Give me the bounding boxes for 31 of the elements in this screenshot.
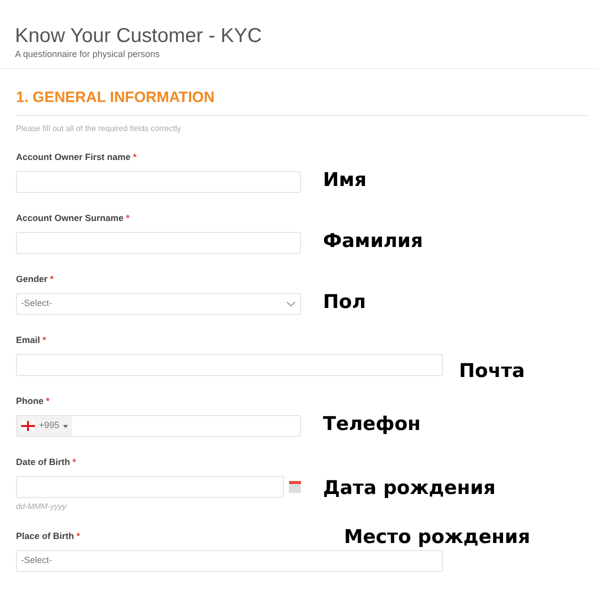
date-format-hint: dd-MMM-yyyy bbox=[16, 501, 68, 513]
page-title: Know Your Customer - KYC bbox=[15, 24, 263, 48]
annotation-text: Телефон bbox=[323, 412, 421, 437]
annotation-text: Пол bbox=[323, 290, 366, 315]
field-label: Date of Birth * bbox=[16, 456, 76, 469]
text-field[interactable] bbox=[16, 354, 443, 376]
annotation-text: Почта bbox=[459, 359, 525, 384]
section-heading: 1. GENERAL INFORMATION bbox=[16, 86, 588, 116]
field-label: Gender * bbox=[16, 273, 54, 286]
field-label: Email * bbox=[16, 334, 46, 347]
text-field[interactable] bbox=[16, 171, 301, 193]
flag-icon bbox=[21, 421, 35, 431]
instructions-text: Please fill out all of the required fields correctly bbox=[16, 123, 182, 135]
field-label: Account Owner Surname * bbox=[16, 212, 130, 225]
page-subtitle: A questionnaire for physical persons bbox=[15, 48, 161, 61]
field-label: Phone * bbox=[16, 395, 50, 408]
select-field[interactable]: -Select- bbox=[16, 293, 301, 315]
calendar-icon[interactable] bbox=[289, 481, 301, 493]
field-label: Place of Birth * bbox=[16, 530, 80, 543]
annotation-text: Фамилия bbox=[323, 229, 423, 254]
country-code-dropdown[interactable]: +995 bbox=[17, 416, 72, 436]
select-field[interactable]: -Select- bbox=[16, 550, 443, 572]
annotation-text: Имя bbox=[323, 168, 367, 193]
annotation-text: Место рождения bbox=[344, 528, 530, 547]
text-field[interactable] bbox=[16, 232, 301, 254]
annotation-text: Дата рождения bbox=[323, 476, 496, 501]
date-field[interactable] bbox=[16, 476, 284, 498]
chevron-down-icon bbox=[286, 301, 296, 307]
caret-icon bbox=[63, 424, 68, 428]
field-label: Account Owner First name * bbox=[16, 151, 137, 164]
phone-field[interactable]: +995 bbox=[16, 415, 301, 437]
